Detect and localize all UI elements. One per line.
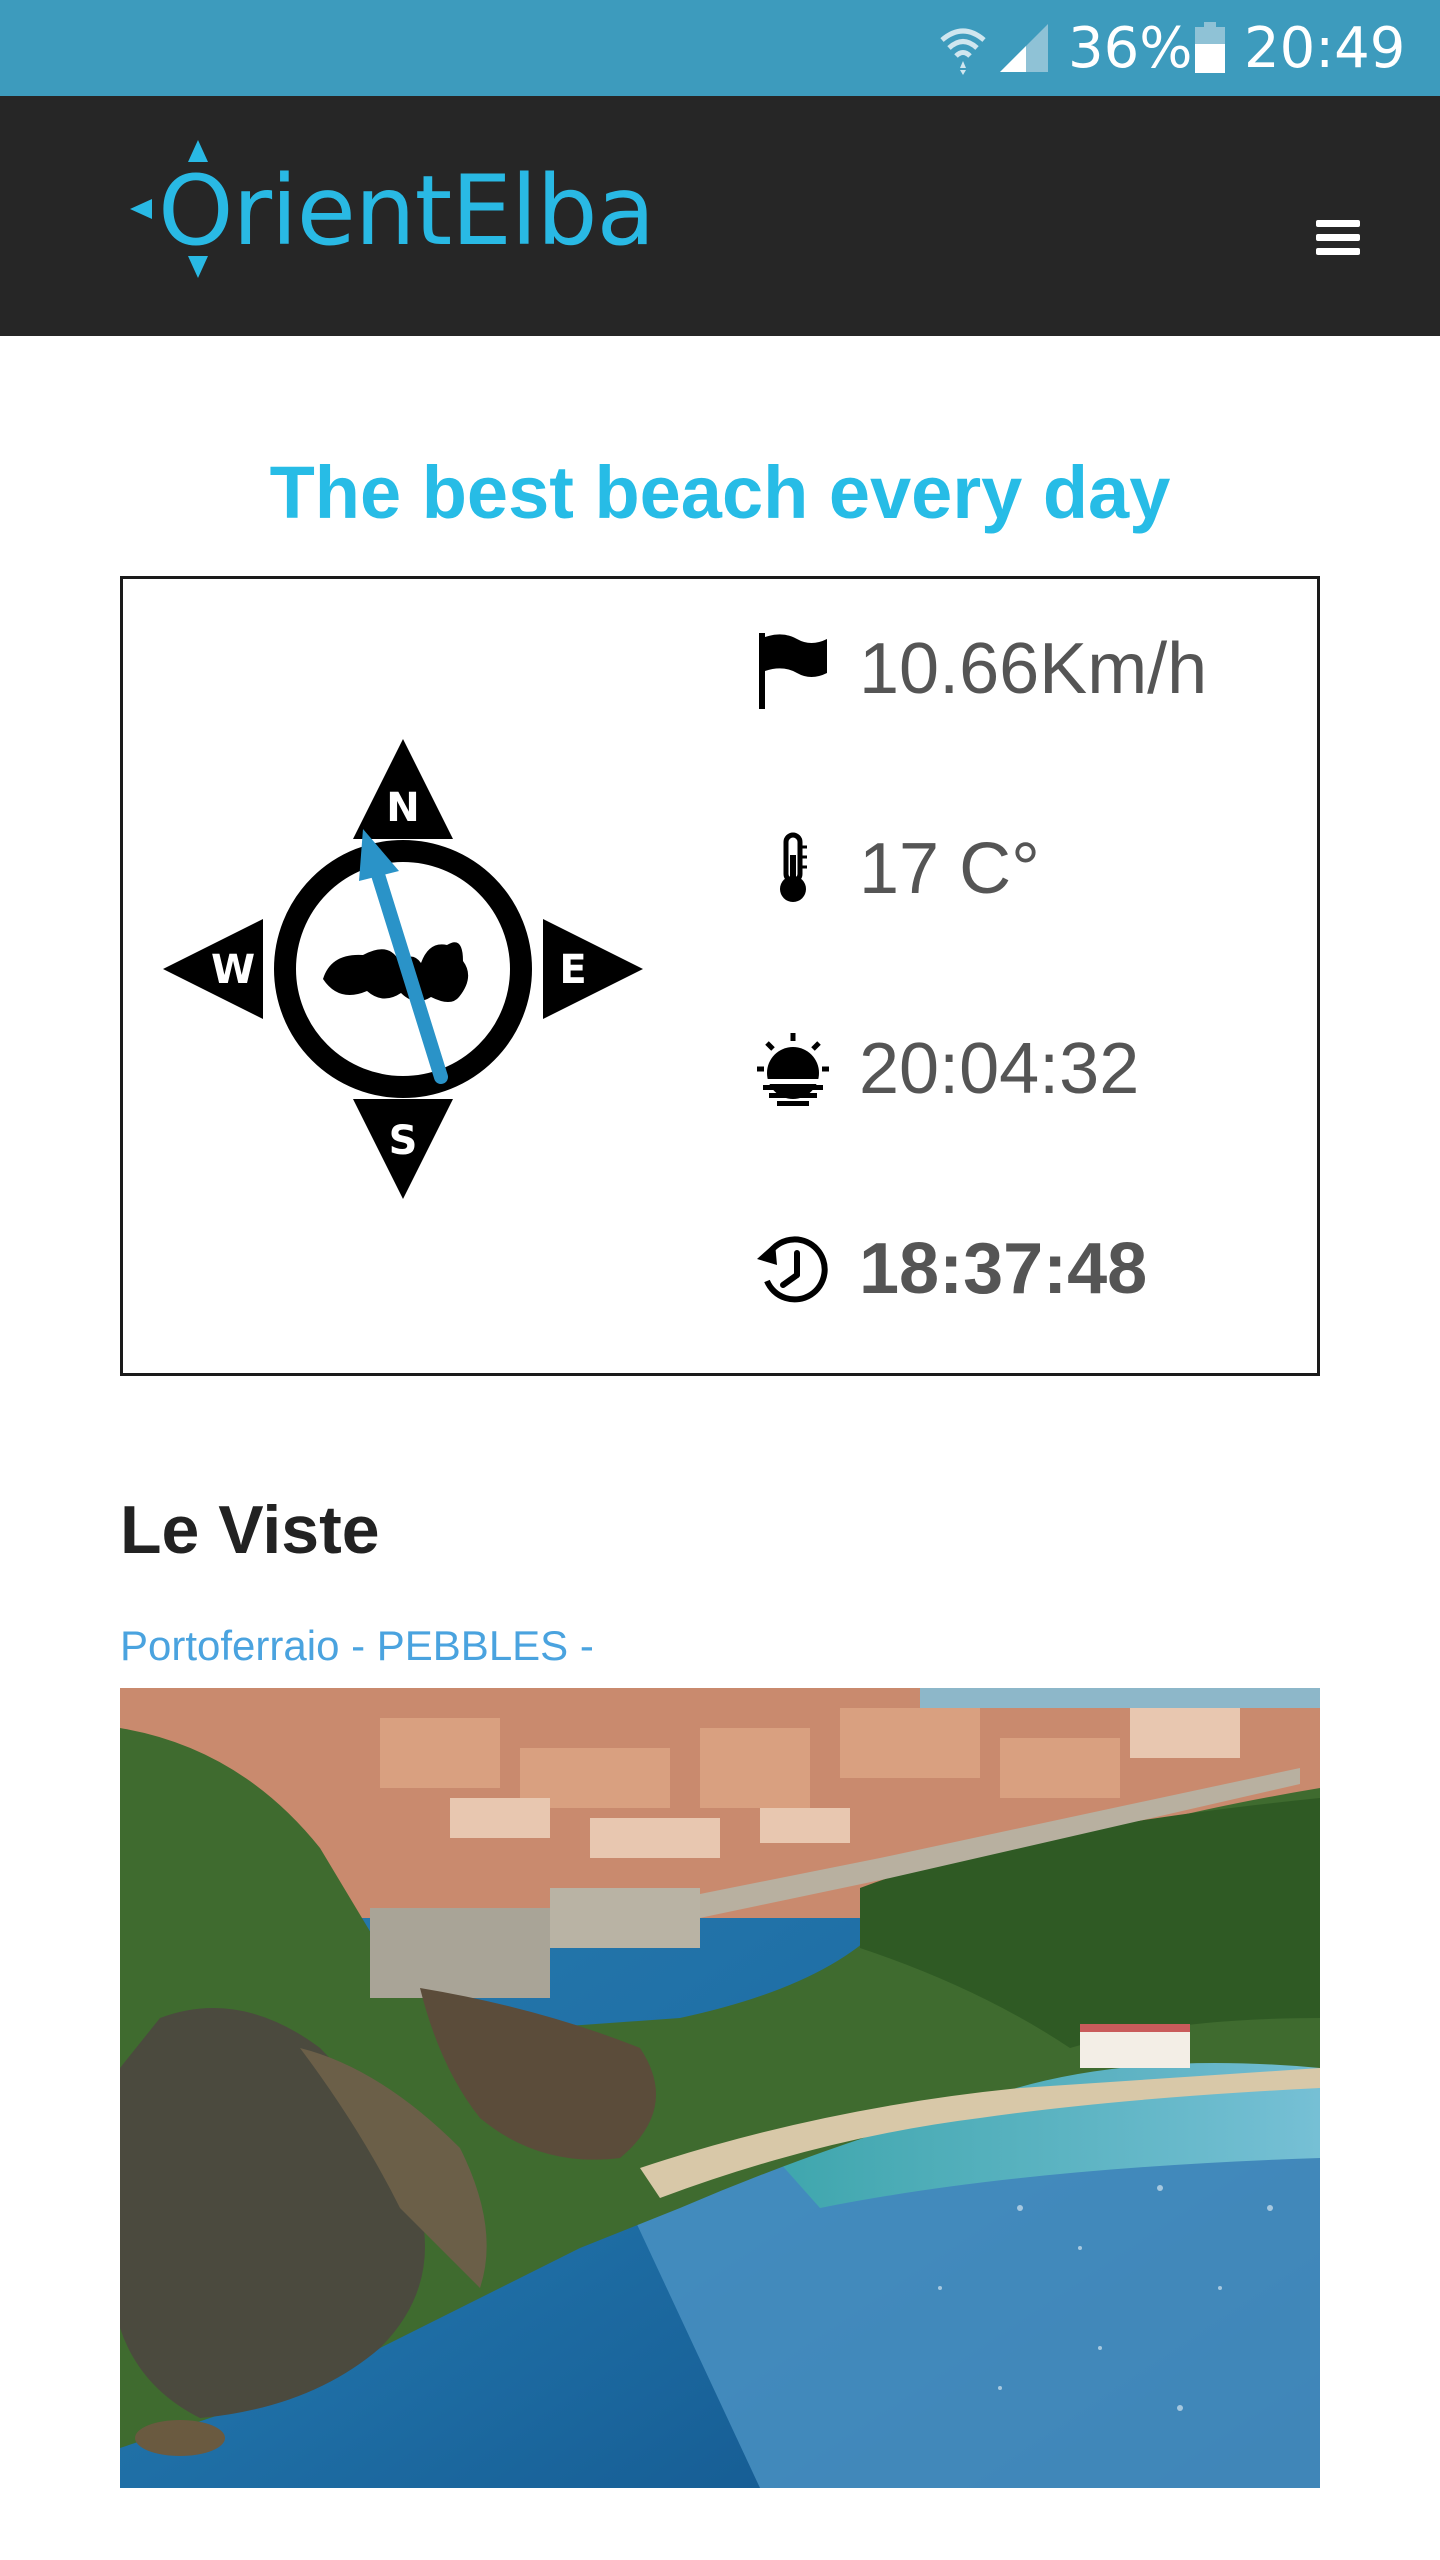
wifi-icon xyxy=(940,28,986,75)
status-time: 20:49 xyxy=(1244,16,1406,81)
site-header: OrientElba xyxy=(0,96,1440,336)
sunset-icon xyxy=(757,1033,829,1106)
wind-speed-value: 10.66Km/h xyxy=(859,629,1208,709)
page-headline: The best beach every day xyxy=(269,451,1171,534)
orientelba-logo[interactable]: OrientElba xyxy=(128,140,668,290)
beach-name: Le Viste xyxy=(120,1492,380,1568)
time-left-value: 18:37:48 xyxy=(859,1229,1148,1309)
compass-south-label: S xyxy=(389,1118,418,1164)
temperature-row: 17 C° xyxy=(753,819,1313,919)
sunset-row: 20:04:32 xyxy=(753,1019,1313,1119)
battery-percent: 36% xyxy=(1068,16,1193,81)
signal-icon xyxy=(1000,24,1048,72)
compass-icon: N S W E xyxy=(163,739,643,1199)
clock-history-icon xyxy=(757,1236,828,1303)
compass-east-label: E xyxy=(559,947,586,993)
temperature-value: 17 C° xyxy=(859,829,1040,909)
battery-icon xyxy=(1195,22,1225,73)
sunset-time-value: 20:04:32 xyxy=(859,1029,1140,1109)
hamburger-menu-button[interactable] xyxy=(1300,206,1376,270)
beach-location-link[interactable]: Portoferraio - PEBBLES - xyxy=(120,1618,594,1674)
compass-north-label: N xyxy=(386,785,419,831)
beach-photo-illustration xyxy=(120,1688,1320,2488)
time-left-row: 18:37:48 xyxy=(753,1219,1313,1319)
conditions-panel: N S W E 10.66Km/h 17 C° 20:04:32 18:37:4… xyxy=(120,576,1320,1376)
hamburger-menu-icon xyxy=(1316,220,1360,255)
thermometer-icon xyxy=(780,832,807,902)
logo-text: OrientElba xyxy=(158,155,655,267)
compass-west-label: W xyxy=(211,947,255,993)
flag-icon xyxy=(759,633,827,709)
wind-speed-row: 10.66Km/h xyxy=(753,619,1313,719)
beach-photo[interactable] xyxy=(120,1688,1320,2488)
status-bar: 36% 20:49 xyxy=(0,0,1440,96)
